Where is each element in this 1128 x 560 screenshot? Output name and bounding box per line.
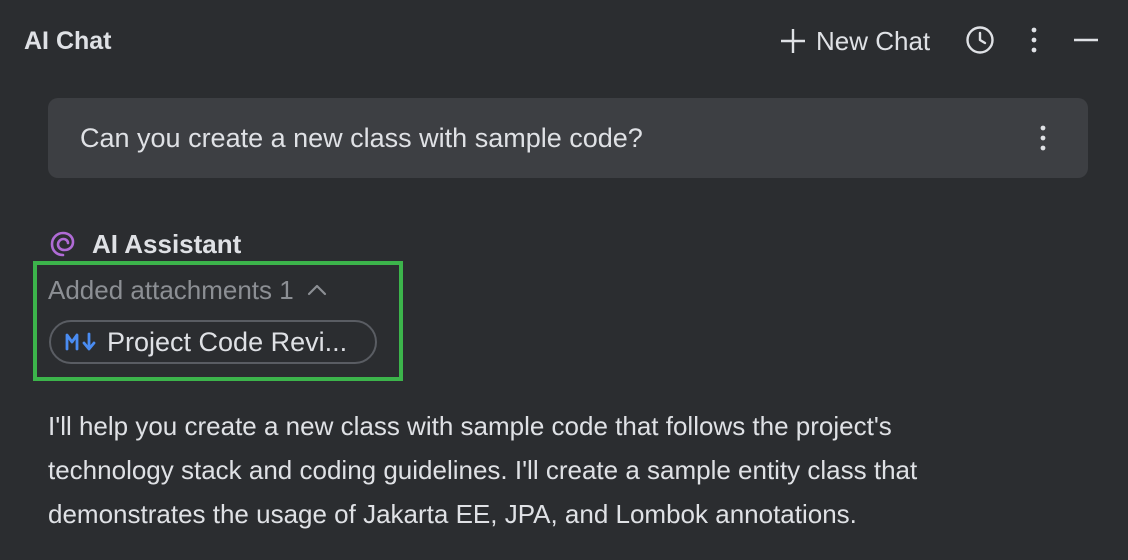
history-button[interactable]: [962, 22, 998, 58]
new-chat-button[interactable]: New Chat: [778, 22, 930, 60]
plus-icon: [781, 29, 805, 53]
user-message-bubble: Can you create a new class with sample c…: [48, 98, 1088, 178]
chevron-up-icon: [307, 284, 326, 296]
panel-title: AI Chat: [24, 27, 112, 55]
minimize-icon: [1074, 38, 1098, 42]
assistant-header: AI Assistant: [48, 226, 241, 262]
attachment-chip[interactable]: Project Code Revi...: [49, 320, 377, 364]
attachments-label: Added attachments 1: [48, 274, 294, 305]
assistant-response: I'll help you create a new class with sa…: [48, 404, 1098, 536]
user-message-text: Can you create a new class with sample c…: [80, 123, 643, 153]
minimize-button[interactable]: [1068, 22, 1104, 58]
new-chat-label: New Chat: [816, 25, 931, 56]
more-options-button[interactable]: [1016, 22, 1052, 58]
history-icon: [966, 26, 994, 54]
chat-header: AI Chat New Chat: [0, 0, 1128, 82]
response-line: I'll help you create a new class with sa…: [48, 411, 892, 441]
attachments-toggle[interactable]: Added attachments 1: [48, 272, 328, 308]
more-vertical-icon: [1040, 125, 1046, 151]
response-line: technology stack and coding guidelines. …: [48, 455, 918, 485]
response-line: demonstrates the usage of Jakarta EE, JP…: [48, 499, 857, 529]
more-vertical-icon: [1031, 27, 1037, 53]
markdown-file-icon: [65, 332, 96, 351]
ai-assistant-logo-icon: [50, 231, 75, 257]
message-options-button[interactable]: [1028, 120, 1058, 156]
assistant-name: AI Assistant: [92, 228, 242, 259]
attachment-chip-label: Project Code Revi...: [107, 326, 348, 357]
